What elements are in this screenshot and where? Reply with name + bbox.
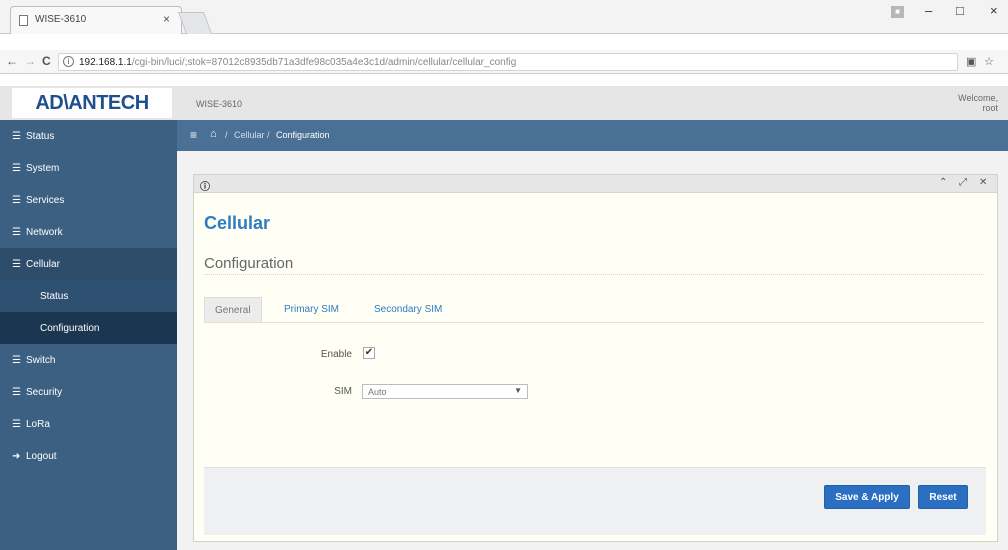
tab-general[interactable]: General: [204, 297, 262, 323]
reset-button[interactable]: Reset: [918, 485, 968, 509]
menu-toggle-icon[interactable]: ≡: [190, 128, 197, 142]
info-icon: ⓘ: [200, 182, 210, 193]
form-actions: Save & Apply Reset: [204, 467, 986, 535]
sim-select[interactable]: Auto ▼: [362, 384, 528, 399]
config-panel: ⓘ ⌃ ⤢ ✕ Cellular Configuration General P…: [193, 174, 998, 542]
sidebar-item-label: Network: [26, 227, 63, 238]
enable-checkbox[interactable]: ✔: [363, 347, 375, 359]
close-icon[interactable]: ✕: [979, 177, 987, 188]
browser-tab[interactable]: WISE-3610 ×: [10, 6, 182, 34]
extension-icon[interactable]: ▣: [966, 55, 976, 68]
sim-label: SIM: [334, 386, 352, 397]
sidebar-item-lora[interactable]: ☰ LoRa: [0, 408, 177, 440]
maximize-icon[interactable]: □: [956, 3, 964, 18]
sidebar-item-system[interactable]: ☰ System: [0, 152, 177, 184]
bookmark-star-icon[interactable]: ☆: [984, 55, 994, 68]
tabs-divider: [204, 322, 984, 323]
url-host: 192.168.1.1: [79, 57, 132, 68]
sidebar-item-status[interactable]: ☰ Status: [0, 120, 177, 152]
tab-secondary-sim[interactable]: Secondary SIM: [364, 297, 452, 323]
url-path: /cgi-bin/luci/;stok=87012c8935db71a3dfe9…: [131, 57, 517, 68]
list-icon: ☰: [12, 131, 21, 142]
sidebar-item-label: LoRa: [26, 419, 50, 430]
sidebar-item-switch[interactable]: ☰ Switch: [0, 344, 177, 376]
save-apply-button[interactable]: Save & Apply: [824, 485, 910, 509]
welcome-user: root: [982, 103, 998, 113]
sidebar-item-label: Status: [26, 131, 55, 142]
user-icon[interactable]: ■: [891, 6, 904, 18]
breadcrumb-separator: /: [225, 130, 228, 140]
sidebar-item-security[interactable]: ☰ Security: [0, 376, 177, 408]
sidebar-item-services[interactable]: ☰ Services: [0, 184, 177, 216]
info-icon[interactable]: i: [63, 56, 74, 67]
section-divider: [204, 274, 984, 275]
logout-icon: ➜: [12, 451, 21, 462]
minimize-icon[interactable]: –: [925, 3, 932, 18]
sidebar-item-network[interactable]: ☰ Network: [0, 216, 177, 248]
page-title: Cellular: [204, 213, 271, 233]
page-icon: [19, 15, 28, 26]
sim-select-value: Auto: [368, 387, 387, 397]
tab-close-icon[interactable]: ×: [163, 12, 170, 26]
list-icon: ☰: [12, 195, 21, 206]
sidebar-item-logout[interactable]: ➜ Logout: [0, 440, 177, 472]
sidebar: ☰ Status ☰ System ☰ Services ☰ Network ☰…: [0, 120, 177, 550]
breadcrumb-configuration: Configuration: [276, 130, 330, 140]
list-icon: ☰: [12, 227, 21, 238]
section-title: Configuration: [204, 255, 294, 272]
sidebar-subitem-label: Configuration: [40, 323, 100, 334]
collapse-icon[interactable]: ⌃: [939, 177, 947, 188]
breadcrumb-separator: /: [267, 130, 270, 140]
sidebar-item-label: Security: [26, 387, 63, 398]
welcome-text: Welcome, root: [958, 93, 998, 113]
sidebar-item-label: Switch: [26, 355, 56, 366]
panel-header: ⓘ ⌃ ⤢ ✕: [194, 175, 997, 193]
list-icon: ☰: [12, 355, 21, 366]
sidebar-item-label: System: [26, 163, 60, 174]
forward-icon[interactable]: →: [24, 54, 36, 68]
url-field[interactable]: i 192.168.1.1/cgi-bin/luci/;stok=87012c8…: [58, 53, 958, 71]
sidebar-item-cellular[interactable]: ☰ Cellular: [0, 248, 177, 280]
advantech-logo: AD\ANTECH: [12, 88, 172, 118]
close-window-icon[interactable]: ×: [990, 3, 998, 18]
list-icon: ☰: [12, 419, 21, 430]
list-icon: ☰: [12, 387, 21, 398]
reload-icon[interactable]: C: [42, 54, 51, 68]
sidebar-subitem-label: Status: [40, 291, 69, 302]
device-name: WISE-3610: [196, 99, 243, 109]
sidebar-subitem-configuration[interactable]: Configuration: [0, 312, 177, 344]
browser-tab-title: WISE-3610: [35, 14, 87, 25]
breadcrumb: ≡ ⌂ / Cellular / Configuration: [177, 120, 1008, 151]
chevron-down-icon: ▼: [514, 386, 522, 395]
sidebar-item-label: Services: [26, 195, 65, 206]
sidebar-item-label: Logout: [26, 451, 57, 462]
back-icon[interactable]: ←: [6, 54, 18, 68]
sidebar-item-label: Cellular: [26, 259, 60, 270]
welcome-line: Welcome,: [958, 93, 998, 103]
breadcrumb-cellular[interactable]: Cellular: [234, 130, 265, 140]
list-icon: ☰: [12, 163, 21, 174]
home-icon[interactable]: ⌂: [210, 128, 217, 140]
tab-primary-sim[interactable]: Primary SIM: [274, 297, 349, 323]
list-icon: ☰: [12, 259, 21, 270]
sidebar-subitem-status[interactable]: Status: [0, 280, 177, 312]
url-text: 192.168.1.1/cgi-bin/luci/;stok=87012c893…: [79, 57, 516, 68]
enable-label: Enable: [320, 349, 352, 360]
fullscreen-icon[interactable]: ⤢: [959, 177, 967, 188]
